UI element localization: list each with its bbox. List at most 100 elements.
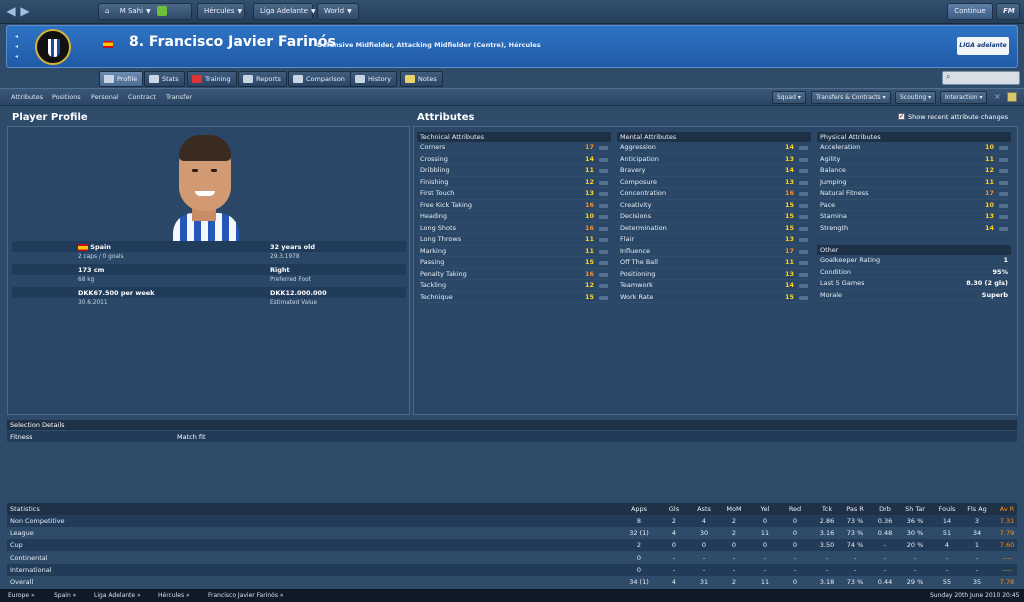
subnav-attributes[interactable]: Attributes bbox=[11, 93, 43, 101]
scouting-dropdown[interactable]: Scouting ▾ bbox=[895, 91, 937, 104]
subnav-personal[interactable]: Personal bbox=[91, 93, 119, 101]
stat-cell: 2 bbox=[731, 529, 737, 538]
transfers-contracts-dropdown[interactable]: Transfers & Contracts ▾ bbox=[811, 91, 891, 104]
attribute-change-icon bbox=[599, 169, 608, 173]
physical-attribute-row: Jumping 11 bbox=[817, 177, 1011, 188]
breadcrumb-europe[interactable]: Europe » bbox=[8, 589, 35, 602]
attribute-value: 15 bbox=[584, 258, 594, 266]
stat-cell: - bbox=[732, 553, 736, 562]
player-wage: DKK67.500 per week bbox=[78, 289, 155, 297]
attribute-name: Condition bbox=[820, 267, 852, 276]
stat-column-header[interactable]: Fouls bbox=[933, 503, 961, 515]
mental-attribute-row: Flair 13 bbox=[617, 234, 811, 246]
stat-cell: - bbox=[913, 553, 917, 562]
technical-attribute-row: Technique 15 bbox=[417, 292, 611, 303]
attribute-name: Heading bbox=[420, 212, 448, 220]
mental-attributes-header: Mental Attributes bbox=[617, 132, 811, 142]
close-icon[interactable]: × bbox=[994, 92, 1001, 101]
stat-column-header[interactable]: Sh Tar bbox=[901, 503, 929, 515]
forward-arrow-icon[interactable]: ▶ bbox=[18, 4, 32, 18]
breadcrumb-league[interactable]: Liga Adelante » bbox=[94, 589, 141, 602]
match-fit-value: Match fit bbox=[177, 433, 206, 441]
stat-column-header[interactable]: Fls Ag bbox=[963, 503, 991, 515]
attribute-change-icon bbox=[799, 203, 808, 208]
attribute-value: 16 bbox=[584, 269, 594, 278]
mental-attribute-row: Off The Ball 11 bbox=[617, 257, 811, 269]
technical-attribute-row: First Touch 13 bbox=[417, 188, 611, 200]
other-attribute-row: Goalkeeper Rating 1 bbox=[817, 255, 1011, 267]
physical-attribute-row: Acceleration 10 bbox=[817, 142, 1011, 154]
stat-column-header[interactable]: Asts bbox=[690, 503, 718, 515]
attribute-change-icon bbox=[799, 169, 808, 173]
attribute-name: Tackling bbox=[420, 281, 447, 289]
stat-column-header[interactable]: Gls bbox=[660, 503, 688, 515]
league-menu-button[interactable]: Liga Adelante ▼ bbox=[253, 3, 316, 20]
technical-attribute-row: Marking 11 bbox=[417, 246, 611, 257]
world-menu-button[interactable]: World ▼ bbox=[317, 3, 359, 20]
fitness-label: Fitness bbox=[10, 433, 33, 441]
technical-attribute-row: Long Throws 11 bbox=[417, 234, 611, 246]
stat-column-header[interactable]: MoM bbox=[720, 503, 748, 515]
tab-comparison[interactable]: Comparison bbox=[288, 71, 351, 87]
stat-column-header[interactable]: Yel bbox=[751, 503, 779, 515]
squad-dropdown[interactable]: Squad ▾ bbox=[772, 91, 806, 104]
subnav-positions[interactable]: Positions bbox=[52, 93, 81, 101]
interaction-dropdown[interactable]: Interaction ▾ bbox=[940, 91, 988, 104]
tab-training[interactable]: Training bbox=[187, 71, 237, 87]
header-nav-icon[interactable]: ◂ ◂ ◂ bbox=[15, 32, 18, 62]
attribute-name: Balance bbox=[820, 166, 846, 174]
stat-row-label: League bbox=[10, 529, 34, 538]
stat-cell: 0.36 bbox=[877, 517, 893, 525]
tab-profile[interactable]: Profile bbox=[99, 71, 144, 87]
stat-cell: 8 bbox=[636, 517, 642, 525]
search-input[interactable]: ⌕ bbox=[942, 71, 1020, 85]
attribute-name: Pace bbox=[820, 200, 836, 209]
stat-column-header[interactable]: Apps bbox=[625, 503, 653, 515]
attribute-name: Concentration bbox=[620, 189, 666, 197]
tab-stats[interactable]: Stats bbox=[144, 71, 185, 87]
attribute-name: Jumping bbox=[820, 177, 847, 186]
physical-attribute-row: Agility 11 bbox=[817, 154, 1011, 165]
attribute-name: Long Shots bbox=[420, 223, 456, 232]
tab-notes[interactable]: Notes bbox=[400, 71, 443, 87]
attributes-title: Attributes bbox=[417, 112, 475, 123]
breadcrumb-player[interactable]: Francisco Javier Farinós » bbox=[208, 589, 284, 602]
show-changes-checkbox[interactable]: ✓ bbox=[898, 113, 905, 120]
tab-history[interactable]: History bbox=[350, 71, 398, 87]
attribute-change-icon bbox=[599, 272, 608, 277]
attribute-value: 10 bbox=[984, 200, 994, 209]
player-header: ◂ ◂ ◂ 8. Francisco Javier Farinós Defensiv… bbox=[6, 25, 1018, 68]
stat-row-label: International bbox=[10, 565, 52, 574]
stat-cell: 29 % bbox=[906, 578, 924, 586]
mental-attribute-row: Influence 17 bbox=[617, 246, 811, 257]
continue-button[interactable]: Continue bbox=[947, 3, 993, 20]
notepad-icon[interactable] bbox=[1007, 92, 1017, 102]
breadcrumb-club[interactable]: Hércules » bbox=[158, 589, 190, 602]
subnav-transfer[interactable]: Transfer bbox=[166, 93, 192, 101]
stat-column-header[interactable]: Drb bbox=[871, 503, 899, 515]
attribute-name: Corners bbox=[420, 143, 446, 151]
back-arrow-icon[interactable]: ◀ bbox=[4, 4, 18, 18]
other-attributes-header: Other bbox=[817, 245, 1011, 255]
selection-details-row: Fitness Match fit bbox=[7, 431, 1017, 442]
stat-column-header[interactable]: Av R bbox=[993, 503, 1021, 515]
attribute-name: Dribbling bbox=[420, 166, 450, 174]
stat-cell: 73 % bbox=[846, 578, 864, 586]
stat-cell: - bbox=[945, 565, 949, 574]
stat-column-header[interactable]: Red bbox=[781, 503, 809, 515]
tab-reports[interactable]: Reports bbox=[238, 71, 287, 87]
stat-column-header[interactable]: Tck bbox=[813, 503, 841, 515]
stat-cell: 2 bbox=[731, 517, 737, 525]
attribute-value: 11 bbox=[584, 246, 594, 255]
breadcrumb-spain[interactable]: Spain » bbox=[54, 589, 76, 602]
show-changes-label: Show recent attribute changes bbox=[908, 113, 1009, 121]
fm-menu-button[interactable]: FM bbox=[996, 3, 1020, 20]
manager-menu-button[interactable]: ⌂ M Sahi ▼ bbox=[98, 3, 192, 20]
attribute-name: Penalty Taking bbox=[420, 269, 467, 278]
subnav-contract[interactable]: Contract bbox=[128, 93, 156, 101]
attribute-change-icon bbox=[999, 157, 1008, 162]
attribute-value: 10 bbox=[584, 212, 594, 220]
club-menu-button[interactable]: Hércules ▼ bbox=[197, 3, 245, 20]
mental-attribute-row: Creativity 15 bbox=[617, 200, 811, 211]
stat-column-header[interactable]: Pas R bbox=[841, 503, 869, 515]
